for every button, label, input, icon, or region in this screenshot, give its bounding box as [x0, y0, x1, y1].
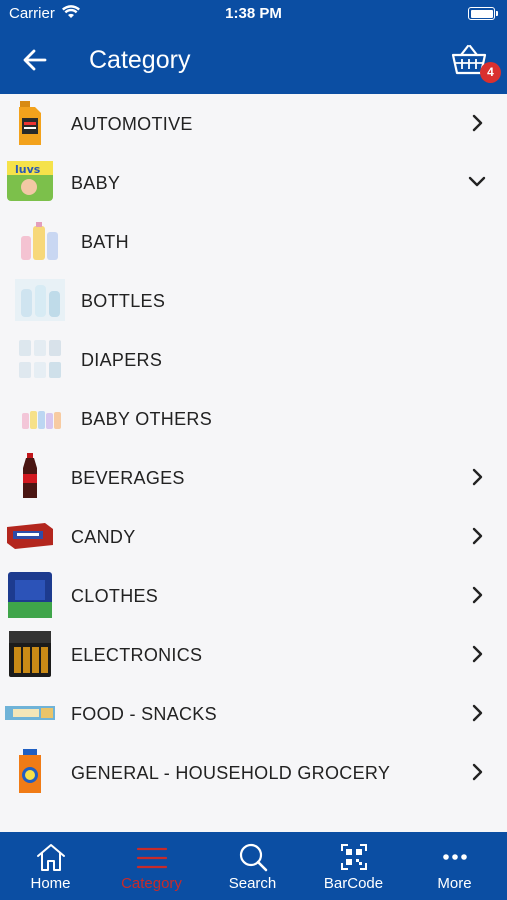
subcategory-label: DIAPERS	[81, 350, 163, 370]
chevron-right-icon	[472, 704, 483, 722]
tab-label: Category	[121, 875, 182, 892]
chevron-right-icon	[472, 586, 483, 604]
battery-icon	[468, 7, 498, 20]
detergent-bottle-thumb-icon	[19, 749, 41, 793]
bottom-tab-bar: Home Category Search BarCode More	[0, 832, 507, 900]
soda-bottle-thumb-icon	[23, 453, 37, 498]
diaper-box-thumb-icon: luvs	[7, 161, 53, 201]
category-label: ELECTRONICS	[71, 645, 203, 665]
category-row-general-household-grocery[interactable]: GENERAL - HOUSEHOLD GROCERY	[0, 743, 507, 801]
tab-label: BarCode	[323, 875, 384, 892]
baby-lotions-thumb-icon	[22, 411, 61, 429]
category-label: FOOD - SNACKS	[71, 704, 217, 724]
tab-label: Search	[228, 875, 277, 892]
tab-label: Home	[30, 875, 71, 892]
category-label: BABY	[71, 173, 121, 193]
chevron-right-icon	[472, 645, 483, 663]
subcategory-label: BABY OTHERS	[81, 409, 213, 429]
chevron-right-icon	[472, 763, 483, 781]
tab-more[interactable]: More	[404, 832, 505, 900]
subcategory-label: BATH	[81, 232, 129, 252]
batteries-thumb-icon	[9, 631, 51, 677]
app-header: Carrier 1:38 PM Category 4	[0, 0, 507, 94]
more-icon	[442, 854, 467, 860]
subcategory-label: BOTTLES	[81, 291, 166, 311]
category-label: BEVERAGES	[71, 468, 185, 488]
chevron-right-icon	[472, 114, 483, 132]
barcode-icon	[340, 844, 367, 870]
category-row-baby[interactable]: luvs BABY	[0, 153, 507, 211]
category-label: AUTOMOTIVE	[71, 114, 193, 134]
bath-products-thumb-icon	[21, 222, 58, 260]
diapers-thumb-icon	[19, 340, 61, 378]
cart-count-badge: 4	[480, 62, 501, 83]
motor-oil-thumb-icon	[19, 101, 41, 145]
subcategory-row-baby-others[interactable]: BABY OTHERS	[0, 389, 507, 447]
category-row-clothes[interactable]: CLOTHES	[0, 566, 507, 624]
menu-icon	[136, 847, 167, 869]
category-label: CANDY	[71, 527, 136, 547]
tab-label: More	[437, 875, 472, 892]
back-arrow-icon[interactable]	[20, 45, 50, 75]
category-label: GENERAL - HOUSEHOLD GROCERY	[71, 763, 391, 783]
home-icon	[36, 844, 65, 871]
subcategory-row-bottles[interactable]: BOTTLES	[0, 271, 507, 329]
tab-home[interactable]: Home	[0, 832, 101, 900]
subcategory-row-diapers[interactable]: DIAPERS	[0, 330, 507, 388]
tab-search[interactable]: Search	[202, 832, 303, 900]
chevron-down-icon	[468, 176, 486, 187]
nav-row: Category 4	[0, 28, 507, 94]
chevron-right-icon	[472, 527, 483, 545]
crackers-box-thumb-icon	[5, 706, 55, 720]
category-row-beverages[interactable]: BEVERAGES	[0, 448, 507, 506]
baby-bottles-thumb-icon	[15, 279, 65, 321]
chevron-right-icon	[472, 468, 483, 486]
subcategory-row-bath[interactable]: BATH	[0, 212, 507, 270]
tab-category[interactable]: Category	[101, 832, 202, 900]
category-label: CLOTHES	[71, 586, 159, 606]
candy-box-thumb-icon	[7, 523, 53, 549]
status-time: 1:38 PM	[225, 5, 282, 22]
status-bar: Carrier 1:38 PM	[0, 0, 507, 28]
category-row-automotive[interactable]: AUTOMOTIVE	[0, 94, 507, 152]
tab-barcode[interactable]: BarCode	[303, 832, 404, 900]
category-row-food-snacks[interactable]: FOOD - SNACKS	[0, 684, 507, 742]
svg-text:luvs: luvs	[15, 163, 41, 176]
clothes-pack-thumb-icon	[8, 572, 52, 618]
search-icon	[239, 843, 267, 872]
category-row-electronics[interactable]: ELECTRONICS	[0, 625, 507, 683]
category-row-candy[interactable]: CANDY	[0, 507, 507, 565]
page-title: Category	[89, 46, 191, 74]
